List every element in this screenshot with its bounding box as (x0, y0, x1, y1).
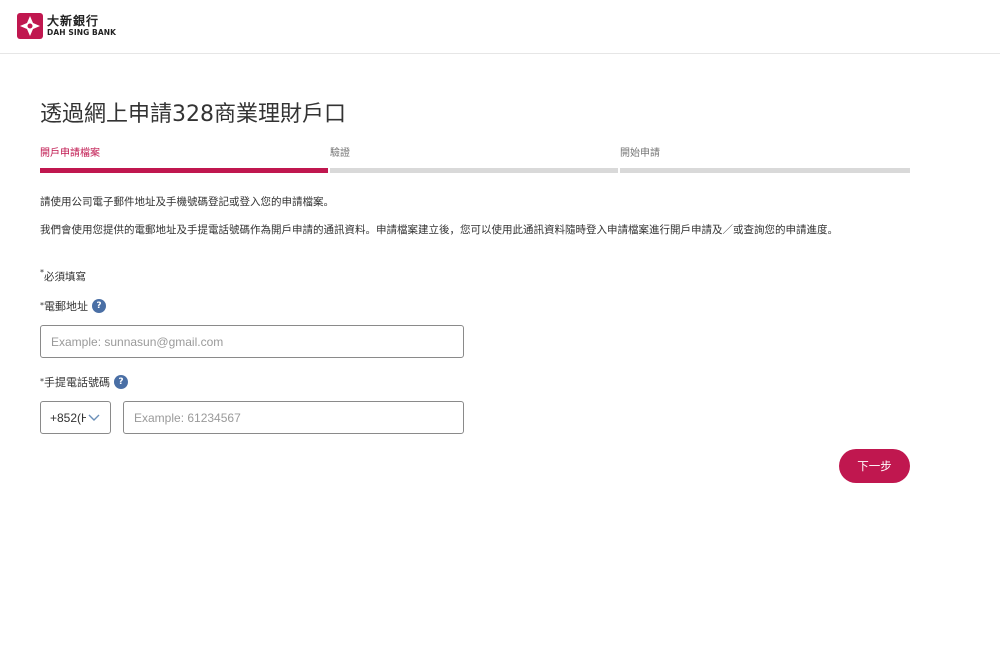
page-title: 透過網上申請328商業理財戶口 (40, 102, 346, 127)
mobile-number-input[interactable] (123, 401, 464, 434)
question-mark-icon[interactable]: ? (114, 375, 128, 389)
logo-name-cn: 大新銀行 (47, 14, 100, 29)
step-start-application: 開始申請 (620, 147, 910, 173)
country-code-select[interactable]: +852(HK) (40, 401, 111, 434)
email-label: * 電郵地址 ? (40, 298, 106, 314)
required-note: *必須填寫 (40, 268, 86, 284)
step-bar (40, 168, 328, 173)
step-label: 開戶申請檔案 (40, 148, 100, 159)
mobile-label: * 手提電話號碼 ? (40, 374, 128, 390)
step-verification: 驗證 (330, 147, 618, 173)
required-star: * (40, 268, 44, 277)
step-label: 開始申請 (620, 148, 660, 159)
required-star: * (40, 300, 44, 310)
logo-text: 大新銀行 DAH SING BANK (47, 15, 116, 37)
email-label-text: 電郵地址 (44, 300, 88, 313)
chevron-down-icon (88, 414, 100, 421)
next-button[interactable]: 下一步 (839, 449, 910, 483)
progress-steps: 開戶申請檔案 驗證 開始申請 (40, 147, 910, 173)
step-label: 驗證 (330, 148, 350, 159)
email-input[interactable] (40, 325, 464, 358)
dah-sing-logo-icon (17, 13, 43, 39)
step-bar (620, 168, 910, 173)
header: 大新銀行 DAH SING BANK (0, 0, 1000, 54)
bank-logo[interactable]: 大新銀行 DAH SING BANK (17, 13, 116, 39)
intro-text-1: 請使用公司電子郵件地址及手機號碼登記或登入您的申請檔案。 (40, 196, 334, 208)
intro-text-2: 我們會使用您提供的電郵地址及手提電話號碼作為開戶申請的通訊資料。申請檔案建立後，… (40, 224, 838, 236)
mobile-label-text: 手提電話號碼 (44, 376, 110, 389)
step-application-profile: 開戶申請檔案 (40, 147, 328, 173)
required-note-text: 必須填寫 (44, 271, 86, 283)
step-bar (330, 168, 618, 173)
question-mark-icon[interactable]: ? (92, 299, 106, 313)
required-star: * (40, 376, 44, 386)
country-code-value: +852(HK) (50, 410, 86, 425)
logo-name-en: DAH SING BANK (47, 28, 117, 38)
